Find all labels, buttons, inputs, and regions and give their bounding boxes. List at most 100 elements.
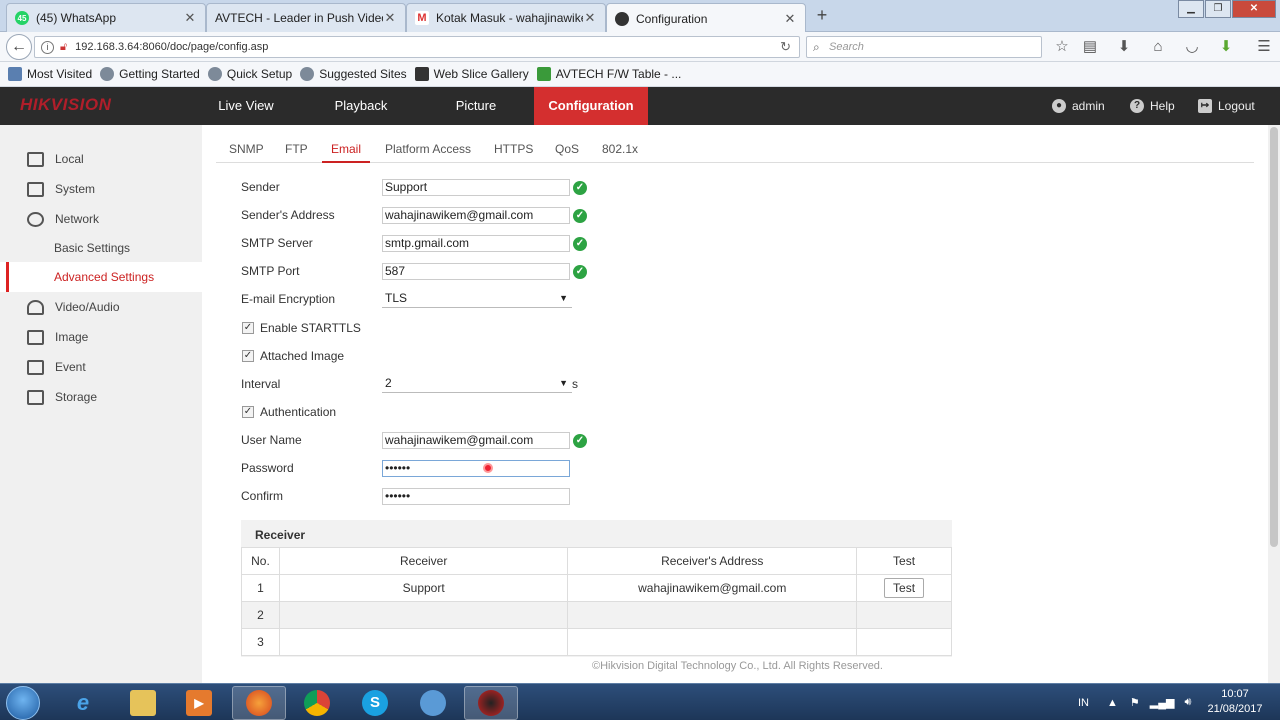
tab-avtech[interactable]: AVTECH - Leader in Push Video I ✕: [206, 3, 406, 32]
sidebar-item-image[interactable]: Image: [0, 322, 202, 352]
tab-https[interactable]: HTTPS: [494, 137, 533, 163]
sidebar-item-network[interactable]: Network: [0, 204, 202, 234]
reload-icon[interactable]: ↻: [780, 39, 791, 55]
taskbar-firefox[interactable]: [232, 686, 286, 720]
logout-link[interactable]: ↦ Logout: [1198, 87, 1255, 125]
minimize-button[interactable]: ▁: [1178, 0, 1204, 18]
home-icon[interactable]: ⌂: [1148, 38, 1168, 56]
smtp-server-input[interactable]: smtp.gmail.com: [382, 235, 570, 252]
addon-download-icon[interactable]: ⬇: [1216, 38, 1236, 56]
volume-icon[interactable]: 🔊︎: [1184, 696, 1191, 709]
table-row[interactable]: 1 Support wahajinawikem@gmail.com Test: [241, 574, 952, 602]
starttls-label: Enable STARTTLS: [260, 321, 361, 335]
taskbar-camera-app[interactable]: [464, 686, 518, 720]
bookmark-label: Most Visited: [27, 67, 93, 81]
tab-whatsapp[interactable]: 45 (45) WhatsApp ✕: [6, 3, 206, 32]
scrollbar-thumb[interactable]: [1270, 127, 1278, 547]
close-tab-icon[interactable]: ✕: [183, 10, 197, 26]
bookmark-star-icon[interactable]: ☆: [1052, 38, 1072, 56]
tab-email[interactable]: Email: [322, 137, 371, 163]
smtp-port-input[interactable]: 587: [382, 263, 570, 280]
user-menu[interactable]: ● admin: [1052, 87, 1105, 125]
address-bar[interactable]: i 🔓︎ 192.168.3.64:8060/doc/page/config.a…: [34, 36, 800, 58]
menu-configuration[interactable]: Configuration: [534, 87, 648, 125]
close-tab-icon[interactable]: ✕: [783, 11, 797, 27]
close-tab-icon[interactable]: ✕: [583, 10, 597, 26]
close-tab-icon[interactable]: ✕: [383, 10, 397, 26]
tab-ftp[interactable]: FTP: [285, 137, 308, 163]
sidebar-item-local[interactable]: Local: [0, 144, 202, 174]
row-receiver[interactable]: Support: [278, 574, 569, 602]
username-input[interactable]: wahajinawikem@gmail.com: [382, 432, 570, 449]
reading-list-icon[interactable]: ▤: [1080, 38, 1100, 56]
sidebar-item-system[interactable]: System: [0, 174, 202, 204]
menu-picture[interactable]: Picture: [428, 87, 524, 125]
taskbar-network-app[interactable]: [406, 686, 460, 720]
pocket-icon[interactable]: ◡: [1182, 38, 1202, 56]
encryption-select[interactable]: TLS ▼: [382, 291, 572, 308]
row-address[interactable]: wahajinawikem@gmail.com: [567, 574, 858, 602]
table-row[interactable]: 3: [241, 628, 952, 656]
tab-snmp[interactable]: SNMP: [229, 137, 264, 163]
test-button[interactable]: Test: [884, 578, 925, 598]
valid-check-icon: ✓: [573, 181, 587, 195]
search-input[interactable]: ⌕ Search: [806, 36, 1042, 58]
confirm-input[interactable]: ••••••: [382, 488, 570, 505]
show-hidden-icons-icon[interactable]: ▲: [1107, 697, 1118, 709]
sidebar-item-advanced-settings[interactable]: Advanced Settings: [0, 262, 202, 292]
sender-input[interactable]: Support: [382, 179, 570, 196]
tab-gmail[interactable]: M Kotak Masuk - wahajinawikem ✕: [406, 3, 606, 32]
password-input[interactable]: ••••••: [382, 460, 570, 477]
sender-address-input[interactable]: wahajinawikem@gmail.com: [382, 207, 570, 224]
authentication-label: Authentication: [260, 405, 337, 419]
row-receiver[interactable]: [278, 628, 569, 656]
row-address[interactable]: [567, 628, 858, 656]
bookmark-suggested-sites[interactable]: Suggested Sites: [300, 67, 407, 81]
taskbar-skype[interactable]: S: [348, 686, 402, 720]
tab-platform-access[interactable]: Platform Access: [385, 137, 471, 163]
action-center-icon[interactable]: ⚑: [1130, 696, 1140, 709]
signal-icon[interactable]: ▂▄▆: [1150, 696, 1175, 709]
help-link[interactable]: ? Help: [1130, 87, 1175, 125]
starttls-checkbox[interactable]: ✓: [242, 322, 254, 334]
taskbar-media-player[interactable]: ▶: [172, 686, 226, 720]
attached-image-checkbox[interactable]: ✓: [242, 350, 254, 362]
tab-configuration[interactable]: Configuration ✕: [606, 3, 806, 33]
sidebar-item-video-audio[interactable]: Video/Audio: [0, 292, 202, 322]
row-address[interactable]: [567, 601, 858, 629]
monitor-icon: [27, 151, 44, 167]
tab-qos[interactable]: QoS: [555, 137, 579, 163]
new-tab-button[interactable]: +: [812, 5, 832, 26]
sidebar-item-storage[interactable]: Storage: [0, 382, 202, 412]
system-clock[interactable]: 10:07 21/08/2017: [1200, 687, 1270, 717]
downloads-icon[interactable]: ⬇: [1114, 38, 1134, 56]
insecure-lock-icon[interactable]: 🔓︎: [60, 41, 67, 54]
authentication-checkbox[interactable]: ✓: [242, 406, 254, 418]
table-row[interactable]: 2: [241, 601, 952, 629]
window-close-button[interactable]: ✕: [1232, 0, 1276, 18]
col-address: Receiver's Address: [567, 547, 858, 575]
start-button[interactable]: [6, 686, 40, 720]
bookmark-most-visited[interactable]: Most Visited: [8, 67, 92, 81]
bookmark-avtech-fw-table[interactable]: AVTECH F/W Table - ...: [536, 67, 681, 81]
bookmark-getting-started[interactable]: Getting Started: [100, 67, 200, 81]
row-receiver[interactable]: [278, 601, 569, 629]
menu-icon[interactable]: ☰: [1254, 38, 1274, 56]
maximize-button[interactable]: ❐: [1205, 0, 1231, 18]
back-button[interactable]: ←: [6, 34, 32, 60]
encryption-value: TLS: [385, 291, 408, 305]
language-indicator[interactable]: IN: [1078, 697, 1089, 709]
sidebar-item-basic-settings[interactable]: Basic Settings: [0, 233, 202, 263]
menu-playback[interactable]: Playback: [314, 87, 408, 125]
menu-live-view[interactable]: Live View: [198, 87, 294, 125]
bookmark-web-slice-gallery[interactable]: Web Slice Gallery: [414, 67, 529, 81]
taskbar-chrome[interactable]: [290, 686, 344, 720]
bookmark-quick-setup[interactable]: Quick Setup: [207, 67, 292, 81]
info-icon[interactable]: i: [41, 40, 54, 54]
interval-select[interactable]: 2 ▼: [382, 376, 572, 393]
tab-8021x[interactable]: 802.1x: [602, 137, 638, 163]
taskbar-internet-explorer[interactable]: e: [56, 686, 110, 720]
sidebar-item-event[interactable]: Event: [0, 352, 202, 382]
gmail-icon: M: [415, 11, 429, 25]
taskbar-file-explorer[interactable]: [116, 686, 170, 720]
